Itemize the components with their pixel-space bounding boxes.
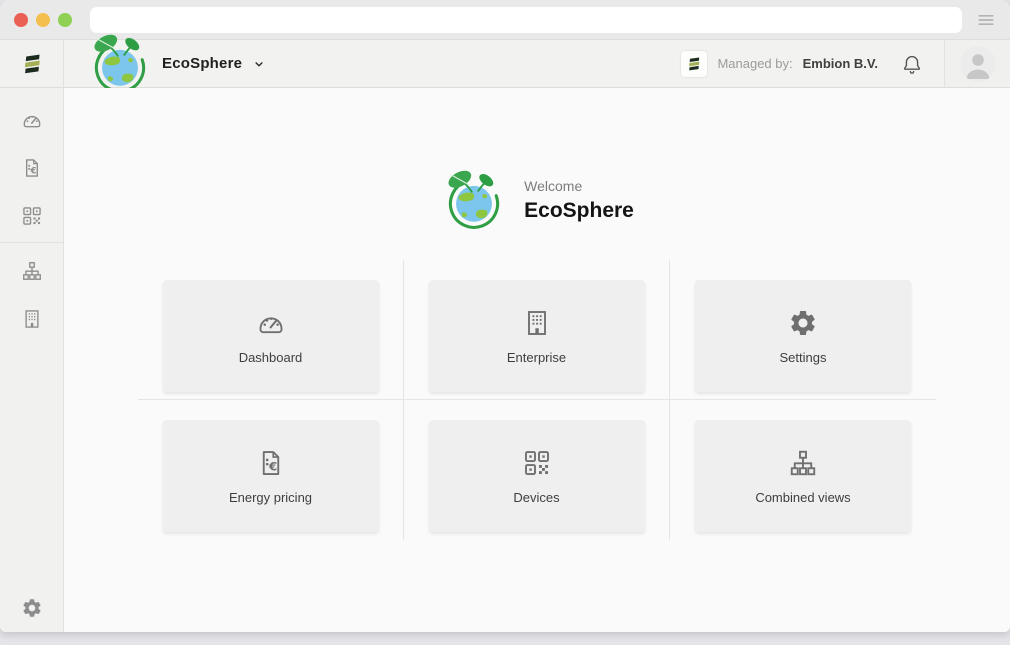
card-grid: Dashboard Enterprise Settings — [138, 260, 936, 540]
gear-icon — [788, 308, 818, 338]
chevron-down-icon — [252, 57, 266, 71]
managed-by-logo-box — [681, 51, 707, 77]
building-icon — [522, 308, 552, 338]
grid-cell: Dashboard — [138, 260, 404, 400]
grid-cell: Combined views — [670, 400, 936, 540]
card-label: Dashboard — [239, 350, 303, 365]
ecosphere-logo-icon — [440, 166, 508, 234]
app-header: EcoSphere Managed by: Embion B.V. — [0, 40, 1010, 88]
managed-by: Managed by: Embion B.V. — [681, 51, 878, 77]
managed-by-value: Embion B.V. — [803, 56, 878, 71]
embion-logo-icon — [19, 51, 45, 77]
header-main: EcoSphere Managed by: Embion B.V. — [64, 40, 944, 88]
sidebar-item-dashboard[interactable] — [0, 96, 64, 144]
welcome-brand-name: EcoSphere — [524, 199, 634, 223]
gauge-icon — [256, 308, 286, 338]
card-label: Settings — [780, 350, 827, 365]
sidebar-divider — [0, 242, 64, 243]
devices-grid-icon — [522, 448, 552, 478]
app-body: Welcome EcoSphere Dashboard — [0, 88, 1010, 632]
grid-cell: Energy pricing — [138, 400, 404, 540]
grid-cell: Devices — [404, 400, 670, 540]
devices-grid-icon — [21, 205, 43, 227]
minimize-button[interactable] — [36, 13, 50, 27]
card-label: Combined views — [755, 490, 850, 505]
managed-by-label: Managed by: — [717, 56, 792, 71]
brand-name: EcoSphere — [162, 55, 242, 72]
main-content: Welcome EcoSphere Dashboard — [64, 88, 1010, 632]
sidebar-item-settings[interactable] — [0, 584, 64, 632]
bell-icon[interactable] — [900, 52, 924, 76]
hierarchy-icon — [21, 260, 43, 282]
card-energy-pricing[interactable]: Energy pricing — [163, 420, 379, 532]
card-combined-views[interactable]: Combined views — [695, 420, 911, 532]
building-icon — [21, 308, 43, 330]
grid-cell: Settings — [670, 260, 936, 400]
card-enterprise[interactable]: Enterprise — [429, 280, 645, 392]
sidebar-logo-cell — [0, 40, 64, 88]
welcome-block: Welcome EcoSphere — [64, 166, 1010, 234]
embion-logo-icon — [685, 55, 703, 73]
sidebar-item-enterprise[interactable] — [0, 295, 64, 343]
welcome-greeting: Welcome — [524, 178, 634, 194]
grid-cell: Enterprise — [404, 260, 670, 400]
document-euro-icon — [21, 157, 43, 179]
card-dashboard[interactable]: Dashboard — [163, 280, 379, 392]
user-avatar[interactable] — [960, 46, 996, 82]
card-label: Enterprise — [507, 350, 566, 365]
gauge-icon — [21, 109, 43, 131]
gear-icon — [21, 597, 43, 619]
maximize-button[interactable] — [58, 13, 72, 27]
sidebar-item-energy-pricing[interactable] — [0, 144, 64, 192]
browser-window: EcoSphere Managed by: Embion B.V. — [0, 0, 1010, 632]
sidebar — [0, 88, 64, 632]
card-devices[interactable]: Devices — [429, 420, 645, 532]
avatar-cell — [944, 40, 1010, 88]
card-label: Energy pricing — [229, 490, 312, 505]
close-button[interactable] — [14, 13, 28, 27]
card-settings[interactable]: Settings — [695, 280, 911, 392]
hierarchy-icon — [788, 448, 818, 478]
page-background: EcoSphere Managed by: Embion B.V. — [0, 0, 1010, 645]
document-euro-icon — [256, 448, 286, 478]
sidebar-item-combined-views[interactable] — [0, 247, 64, 295]
hamburger-icon[interactable] — [976, 10, 996, 30]
card-label: Devices — [513, 490, 559, 505]
sidebar-item-devices[interactable] — [0, 192, 64, 240]
traffic-lights — [14, 13, 72, 27]
